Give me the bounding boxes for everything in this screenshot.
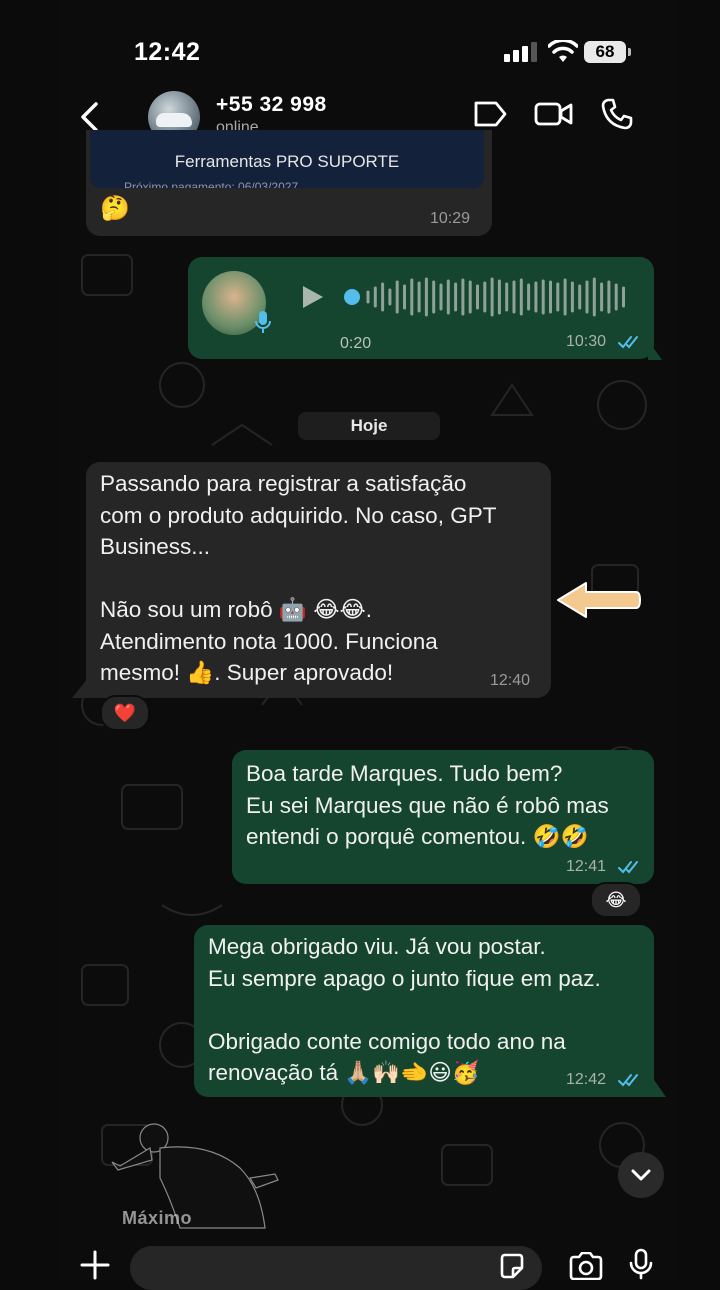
plus-icon[interactable]	[80, 1250, 110, 1280]
phone-icon[interactable]	[600, 97, 634, 131]
back-icon[interactable]	[78, 101, 100, 133]
message-outgoing[interactable]: Boa tarde Marques. Tudo bem? Eu sei Marq…	[232, 750, 654, 884]
reaction-badge[interactable]: 😂	[590, 882, 642, 918]
product-card[interactable]: Ferramentas PRO SUPORTE Próximo pagament…	[90, 130, 484, 188]
battery-level: 68	[584, 41, 626, 63]
wifi-icon	[548, 40, 578, 62]
play-icon[interactable]	[298, 283, 326, 311]
message-text: Passando para registrar a satisfação com…	[100, 471, 497, 685]
battery-cap	[628, 48, 631, 56]
message-outgoing[interactable]: Mega obrigado viu. Já vou postar. Eu sem…	[194, 925, 654, 1097]
arrow-annotation	[557, 582, 641, 618]
message-time: 12:41	[566, 858, 607, 875]
message-time: 10:30	[566, 333, 607, 350]
chevron-down-icon	[631, 1169, 651, 1181]
reaction-badge[interactable]: ❤️	[100, 695, 150, 731]
card-subtitle: Próximo pagamento: 06/03/2027	[124, 180, 299, 188]
camera-icon[interactable]	[568, 1252, 604, 1280]
label-icon[interactable]	[472, 99, 508, 129]
message-text: Mega obrigado viu. Já vou postar. Eu sem…	[208, 934, 601, 1085]
message-text: Boa tarde Marques. Tudo bem? Eu sei Marq…	[246, 761, 609, 849]
bubble-tail	[652, 1077, 666, 1097]
scroll-down-button[interactable]	[618, 1152, 664, 1198]
status-bar: 12:42 68	[62, 0, 678, 95]
card-title: Ferramentas PRO SUPORTE	[174, 152, 400, 171]
read-ticks-icon	[618, 1074, 638, 1087]
message-input[interactable]	[130, 1246, 542, 1290]
message-incoming[interactable]: Passando para registrar a satisfação com…	[86, 462, 551, 698]
signal-icon	[504, 42, 537, 62]
bubble-tail	[648, 340, 662, 360]
read-ticks-icon	[618, 336, 638, 349]
sticker-icon[interactable]	[498, 1252, 526, 1280]
message-time: 12:42	[566, 1071, 607, 1088]
voice-message[interactable]: 0:20 10:30	[188, 257, 654, 359]
date-separator: Hoje	[298, 412, 440, 440]
mic-icon[interactable]	[628, 1248, 654, 1280]
contact-name[interactable]: +55 32 998	[216, 93, 327, 117]
message-time: 10:29	[430, 210, 471, 227]
message-text: 🤔	[100, 195, 130, 222]
message-incoming[interactable]: Ferramentas PRO SUPORTE Próximo pagament…	[86, 130, 492, 236]
waveform[interactable]	[342, 275, 632, 319]
mic-icon	[255, 311, 271, 333]
voice-duration: 0:20	[340, 335, 372, 352]
bubble-tail	[72, 678, 88, 698]
read-ticks-icon	[618, 861, 638, 874]
video-icon[interactable]	[534, 99, 574, 129]
watermark-text: Máximo	[122, 1208, 193, 1228]
message-time: 12:40	[490, 672, 531, 689]
status-time: 12:42	[134, 38, 201, 66]
